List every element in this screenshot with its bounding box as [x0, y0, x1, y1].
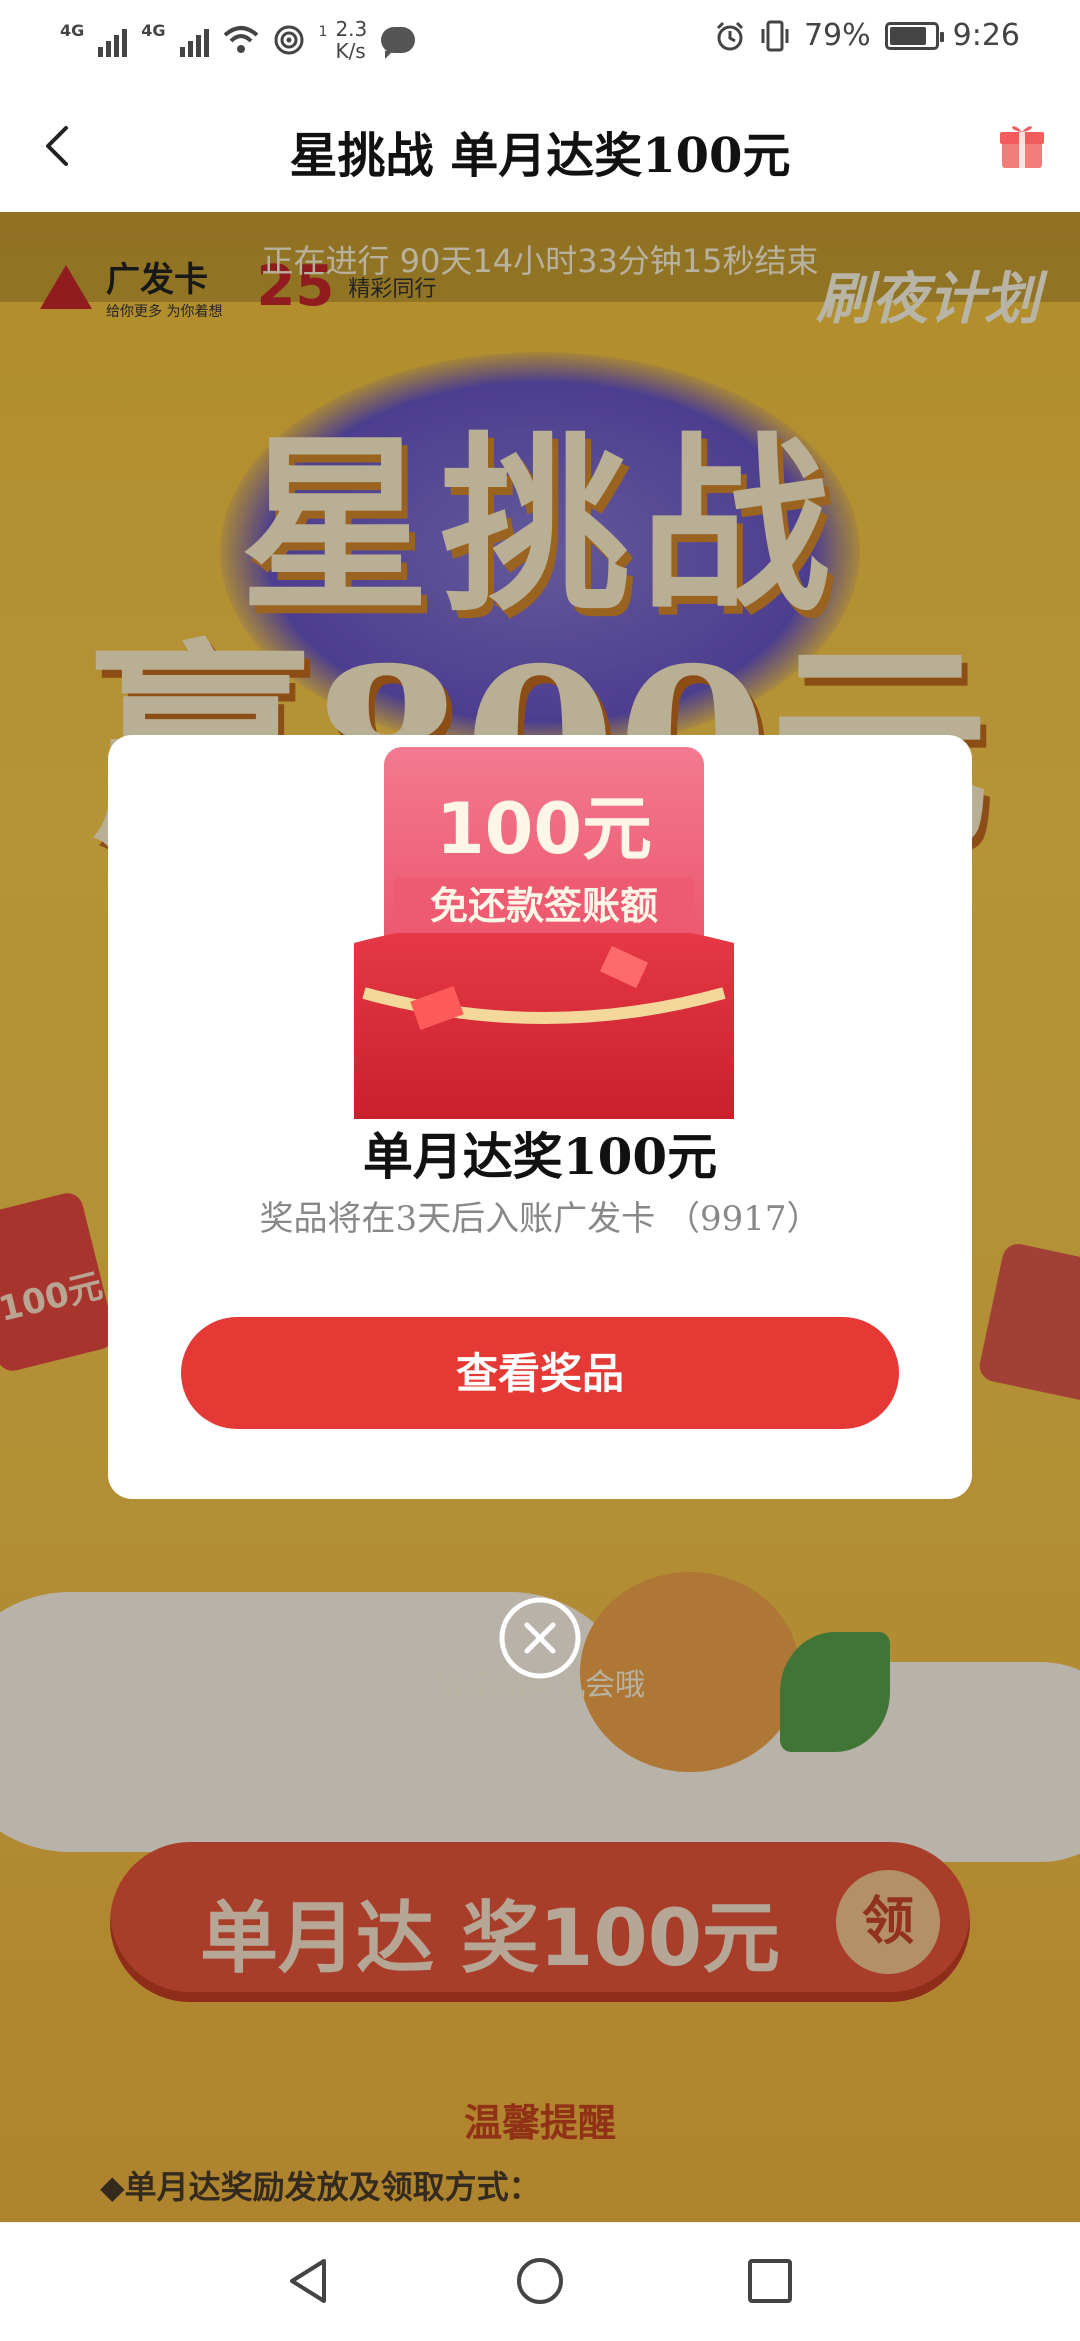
speed-unit: K/s [335, 39, 366, 63]
clock: 9:26 [952, 18, 1020, 53]
hotspot-icon [274, 25, 304, 55]
speed-value: 2.3 [335, 17, 368, 41]
signal-icon [98, 23, 128, 57]
prize-image-amount: 100元 [436, 788, 652, 870]
close-icon[interactable] [498, 1596, 582, 1680]
network-type-2: 4G [141, 20, 166, 40]
gift-icon[interactable] [998, 120, 1046, 170]
nav-home-icon[interactable] [510, 2251, 570, 2311]
network-type-1: 4G [60, 20, 85, 40]
prize-subtitle: 奖品将在3天后入账广发卡 （9917） [259, 1199, 821, 1239]
signal-icon-2 [179, 23, 209, 57]
title-bar: 星挑战 单月达奖100元 [0, 80, 1080, 213]
alarm-icon [716, 21, 743, 50]
network-speed: 2.3 K/s [335, 18, 367, 62]
battery-icon [884, 21, 944, 50]
status-bar: 4G 4G 1 2.3 K/s 79% 9:26 [0, 0, 1080, 80]
nav-back-icon[interactable] [280, 2251, 340, 2311]
system-nav-bar [0, 2222, 1080, 2341]
vibrate-icon [761, 20, 789, 51]
view-prize-button[interactable]: 查看奖品 [181, 1317, 899, 1429]
wifi-icon [223, 26, 258, 53]
nav-recents-icon[interactable] [740, 2251, 800, 2311]
message-icon [381, 27, 416, 59]
prize-dialog: 100元 免还款签账额 单月达奖100元 奖品将在3天后入账广发卡 （9917）… [108, 735, 972, 1499]
prize-title: 单月达奖100元 [362, 1127, 718, 1186]
battery-percent: 79% [803, 18, 871, 53]
network-index: 1 [318, 24, 328, 40]
prize-image: 100元 免还款签账额 [354, 747, 734, 1119]
page-title: 星挑战 单月达奖100元 [289, 128, 791, 184]
prize-image-caption: 免还款签账额 [430, 884, 658, 928]
